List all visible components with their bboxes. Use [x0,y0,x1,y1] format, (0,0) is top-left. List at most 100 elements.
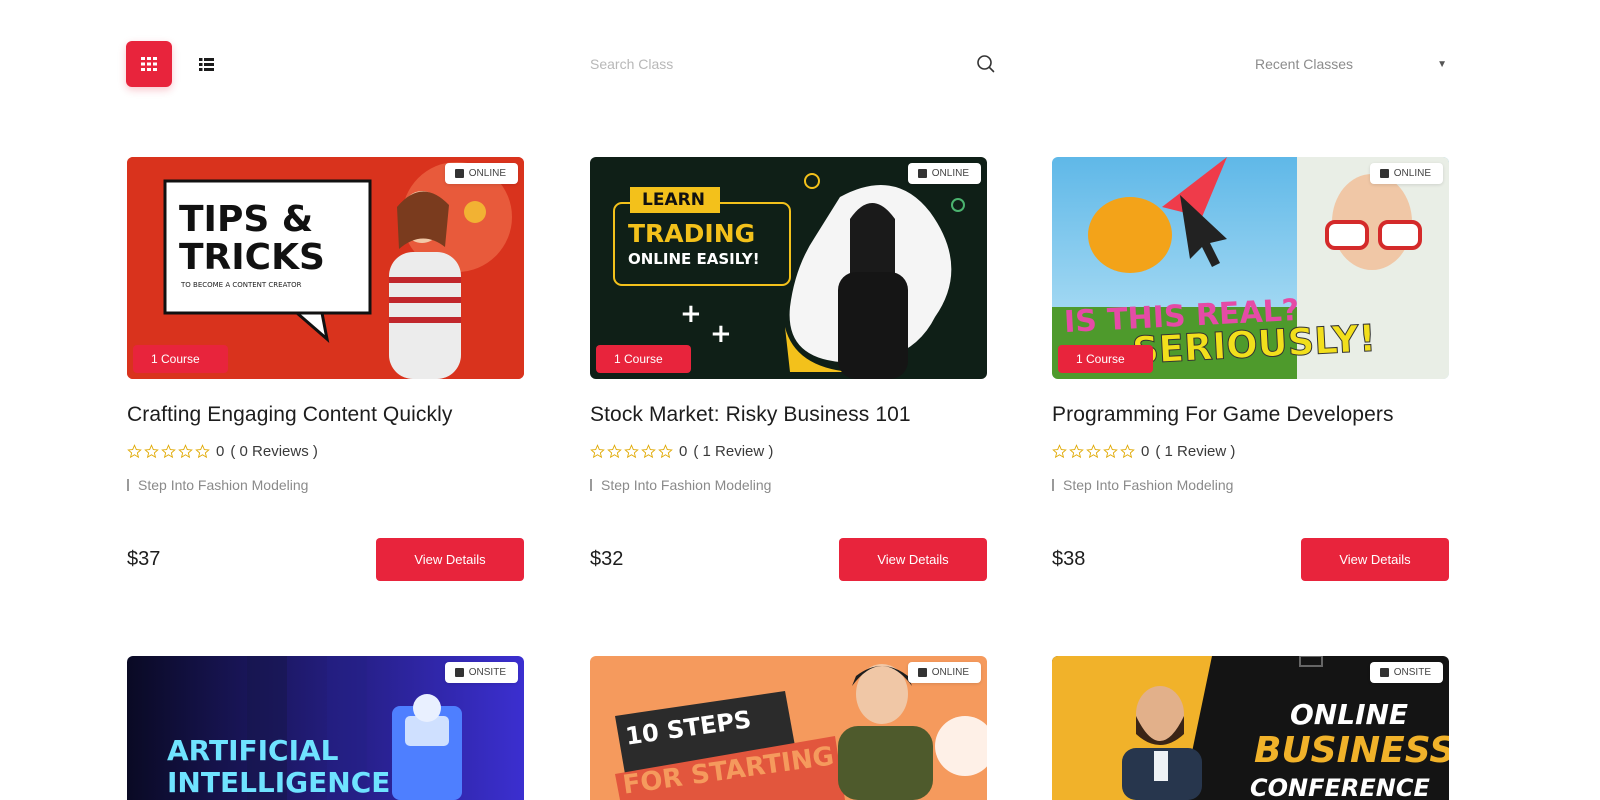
rating: 0 ( 0 Reviews ) [127,443,524,460]
price: $38 [1052,548,1086,570]
star-icon [161,444,176,459]
category-icon [1052,479,1054,491]
course-thumbnail[interactable]: IS THIS REAL? SERIOUSLY! ONLINE 1 Course [1052,157,1449,379]
art-headline-2: TRADING [628,219,756,248]
card-footer: $37 View Details [127,538,524,581]
card-footer: $32 View Details [590,538,987,581]
course-category: Step Into Fashion Modeling [1052,477,1449,493]
course-title[interactable]: Stock Market: Risky Business 101 [590,403,987,427]
star-icon [178,444,193,459]
category-label[interactable]: Step Into Fashion Modeling [1063,477,1233,493]
review-count: ( 1 Review ) [693,443,774,460]
course-card: ARTIFICIAL INTELLIGENCE ONSITE [127,656,524,800]
art-headline-2: TRICKS [179,237,325,278]
course-category: Step Into Fashion Modeling [590,477,987,493]
mode-badge: ONSITE [1369,662,1443,683]
rating: 0 ( 1 Review ) [1052,443,1449,460]
star-icon [1120,444,1135,459]
search-input[interactable] [590,46,1010,82]
grid-icon [141,57,157,71]
search-icon [977,55,995,73]
mode-badge-label: ONLINE [468,168,506,179]
course-card: TIPS & TRICKS TO BECOME A CONTENT CREATO… [127,157,524,581]
chevron-down-icon: ▼ [1437,58,1447,70]
view-details-button[interactable]: View Details [376,538,524,581]
star-icon [144,444,159,459]
building-icon [454,169,464,178]
course-thumbnail[interactable]: + + LEARN TRADING ONLINE EASILY! ONLINE … [590,157,987,379]
search-button[interactable] [974,52,998,76]
category-icon [127,479,129,491]
art-headline-2: INTELLIGENCE [167,766,391,799]
building-icon [1379,668,1389,677]
list-view-button[interactable] [183,41,229,87]
star-icon [195,444,210,459]
art-headline-1: ONLINE [1290,698,1409,731]
grid-view-button[interactable] [126,41,172,87]
course-title[interactable]: Crafting Engaging Content Quickly [127,403,524,427]
star-rating [127,444,210,459]
course-thumbnail[interactable]: ONLINE BUSINESS CONFERENCE ONSITE [1052,656,1449,800]
star-icon [658,444,673,459]
building-icon [917,169,927,178]
mode-badge: ONLINE [444,163,518,184]
mode-badge-label: ONSITE [468,667,506,678]
price: $32 [590,548,624,570]
rating-value: 0 [679,443,688,460]
course-thumbnail[interactable]: TIPS & TRICKS TO BECOME A CONTENT CREATO… [127,157,524,379]
sort-select[interactable]: Recent Classes ▼ [1255,46,1455,82]
course-title[interactable]: Programming For Game Developers [1052,403,1449,427]
mode-badge: ONLINE [1369,163,1443,184]
course-thumbnail[interactable]: ARTIFICIAL INTELLIGENCE ONSITE [127,656,524,800]
mode-badge-label: ONLINE [931,168,969,179]
course-card: + + LEARN TRADING ONLINE EASILY! ONLINE … [590,157,987,581]
rating: 0 ( 1 Review ) [590,443,987,460]
course-count-badge: 1 Course [1058,345,1153,373]
svg-text:+: + [680,299,702,329]
course-card: IS THIS REAL? SERIOUSLY! ONLINE 1 Course… [1052,157,1449,581]
art-headline-3: CONFERENCE [1250,774,1430,800]
svg-text:+: + [710,319,732,349]
mode-badge-label: ONSITE [1393,667,1431,678]
view-details-button[interactable]: View Details [839,538,987,581]
review-count: ( 1 Review ) [1155,443,1236,460]
course-category: Step Into Fashion Modeling [127,477,524,493]
toolbar: Recent Classes ▼ [0,0,1600,130]
search-box [590,46,1010,82]
course-card: ONLINE BUSINESS CONFERENCE ONSITE [1052,656,1449,800]
rating-value: 0 [216,443,225,460]
star-icon [590,444,605,459]
building-icon [917,668,927,677]
building-icon [454,668,464,677]
view-details-button[interactable]: View Details [1301,538,1449,581]
mode-badge-label: ONLINE [1393,168,1431,179]
art-headline-3: ONLINE EASILY! [628,250,760,268]
star-icon [1069,444,1084,459]
category-label[interactable]: Step Into Fashion Modeling [601,477,771,493]
star-icon [624,444,639,459]
art-subtitle: TO BECOME A CONTENT CREATOR [181,281,302,289]
star-icon [1103,444,1118,459]
star-icon [1052,444,1067,459]
art-headline-1: TIPS & [179,199,314,240]
mode-badge: ONLINE [907,662,981,683]
card-footer: $38 View Details [1052,538,1449,581]
art-headline-1: ARTIFICIAL [167,734,339,767]
course-thumbnail[interactable]: 10 STEPS FOR STARTING ONLINE [590,656,987,800]
mode-badge: ONLINE [907,163,981,184]
list-icon [198,57,214,71]
art-headline-2: BUSINESS [1254,730,1449,771]
review-count: ( 0 Reviews ) [230,443,318,460]
mode-badge-label: ONLINE [931,667,969,678]
category-label[interactable]: Step Into Fashion Modeling [138,477,308,493]
building-icon [1379,169,1389,178]
art-headline-1: LEARN [642,190,705,210]
star-icon [1086,444,1101,459]
star-icon [127,444,142,459]
star-icon [641,444,656,459]
rating-value: 0 [1141,443,1150,460]
star-icon [607,444,622,459]
mode-badge: ONSITE [444,662,518,683]
star-rating [590,444,673,459]
category-icon [590,479,592,491]
